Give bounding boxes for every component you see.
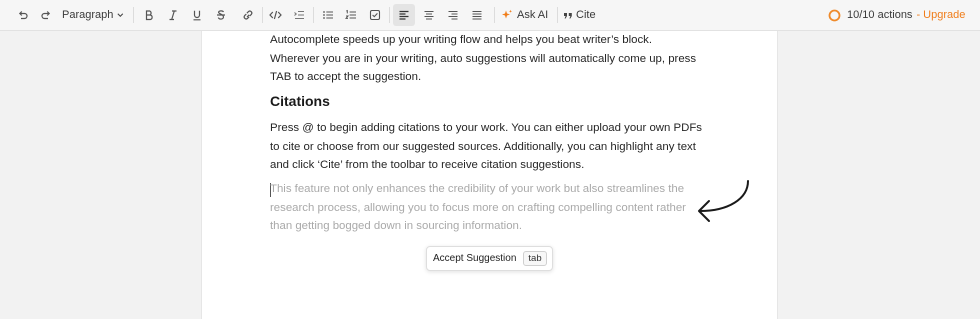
toolbar-divider (133, 7, 134, 23)
toolbar-divider (262, 7, 263, 23)
block-type-dropdown[interactable]: Paragraph (62, 0, 124, 30)
cite-label: Cite (576, 9, 596, 21)
paragraph-line: Autocomplete speeds up your writing flow… (270, 34, 653, 46)
accept-suggestion-popup[interactable]: Accept Suggestion tab (426, 246, 553, 271)
paragraph-citations[interactable]: Press @ to begin adding citations to you… (270, 119, 710, 175)
paragraph-line: to cite or choose from our suggested sou… (270, 140, 696, 153)
paragraph-line: Wherever you are in your writing, auto s… (270, 52, 697, 65)
indent-button[interactable] (290, 0, 308, 30)
strikethrough-button[interactable] (212, 0, 230, 30)
ask-ai-label: Ask AI (517, 9, 549, 21)
usage-ring-icon (828, 9, 841, 21)
editor-toolbar: Paragraph Ask AI Cite 10/10 actions - Up… (0, 0, 980, 31)
section-heading[interactable]: Citations (270, 93, 330, 109)
usage-status: 10/10 actions - Upgrade (828, 0, 968, 30)
checklist-icon (369, 9, 381, 21)
align-left-icon (399, 10, 409, 20)
actions-count: 10/10 actions (847, 9, 913, 21)
chevron-down-icon (117, 13, 124, 18)
toolbar-divider (389, 7, 390, 23)
strikethrough-icon (217, 10, 225, 20)
sparkle-icon (502, 9, 512, 19)
underline-button[interactable] (188, 0, 206, 30)
numbered-list-button[interactable] (342, 0, 360, 30)
align-right-button[interactable] (444, 0, 462, 30)
bullet-list-icon (323, 11, 333, 19)
toolbar-divider (557, 7, 558, 23)
redo-button[interactable] (37, 0, 55, 30)
align-left-button[interactable] (393, 4, 415, 26)
paragraph-autocomplete[interactable]: Autocomplete speeds up your writing flow… (270, 31, 710, 87)
quote-icon (564, 13, 572, 19)
align-justify-button[interactable] (468, 0, 486, 30)
paragraph-line: Press @ to begin adding citations to you… (270, 122, 702, 134)
align-center-icon (424, 10, 434, 20)
accept-suggestion-label: Accept Suggestion (433, 253, 517, 264)
bold-button[interactable] (140, 0, 158, 30)
italic-icon (169, 10, 177, 21)
align-justify-icon (472, 10, 482, 20)
indent-icon (294, 10, 304, 20)
undo-button[interactable] (14, 0, 32, 30)
autocomplete-suggestion[interactable]: This feature not only enhances the credi… (270, 180, 710, 236)
code-button[interactable] (266, 0, 284, 30)
paragraph-line: and click ‘Cite’ from the toolbar to rec… (270, 159, 585, 172)
numbered-list-icon (345, 9, 356, 19)
suggestion-line: research process, allowing you to focus … (270, 201, 686, 214)
curved-arrow-icon (698, 180, 749, 222)
document-page[interactable]: Autocomplete speeds up your writing flow… (201, 31, 778, 319)
cite-button[interactable]: Cite (563, 0, 599, 30)
redo-icon (41, 11, 51, 20)
code-icon (268, 10, 282, 20)
ask-ai-button[interactable]: Ask AI (501, 0, 551, 30)
link-icon (243, 10, 253, 20)
underline-icon (193, 10, 201, 21)
bold-icon (145, 10, 153, 21)
checklist-button[interactable] (366, 0, 384, 30)
tab-key-badge: tab (523, 251, 547, 266)
toolbar-divider (313, 7, 314, 23)
bullet-list-button[interactable] (319, 0, 337, 30)
link-button[interactable] (238, 0, 258, 30)
upgrade-link[interactable]: - Upgrade (916, 9, 965, 21)
italic-button[interactable] (164, 0, 182, 30)
toolbar-divider (494, 7, 495, 23)
align-right-icon (448, 10, 458, 20)
suggestion-line: than getting bogged down in sourcing inf… (270, 220, 523, 233)
undo-icon (18, 11, 28, 20)
block-type-label: Paragraph (62, 9, 114, 21)
paragraph-line: TAB to accept the suggestion. (270, 71, 422, 84)
suggestion-line: This feature not only enhances the credi… (270, 183, 685, 195)
align-center-button[interactable] (420, 0, 438, 30)
